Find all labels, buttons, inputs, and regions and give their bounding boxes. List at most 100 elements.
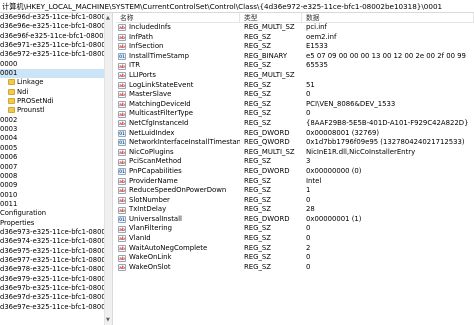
tree-item[interactable]: 0006 xyxy=(0,153,112,162)
value-row[interactable]: ab VlanFiltering REG_SZ 0 xyxy=(116,224,474,234)
value-row[interactable]: ab WaitAutoNegComplete REG_SZ 2 xyxy=(116,244,474,254)
folder-icon xyxy=(8,107,15,114)
value-row[interactable]: ab LogLinkStateEvent REG_SZ 51 xyxy=(116,81,474,91)
value-row[interactable]: ab PciScanMethod REG_SZ 3 xyxy=(116,157,474,167)
value-name-cell: ab MulticastFilterType xyxy=(116,109,240,119)
value-row[interactable]: ab MulticastFilterType REG_SZ 0 xyxy=(116,109,474,119)
tree-item[interactable]: 0009 xyxy=(0,181,112,190)
tree-item-label: d36e977-e325-11ce-bfc1-08002be xyxy=(0,255,112,264)
value-name-cell: ab MatchingDeviceId xyxy=(116,100,240,110)
value-row[interactable]: ab NicCoPlugins REG_MULTI_SZ NicInE1R.dll,N… xyxy=(116,148,474,158)
value-row[interactable]: ab ProviderName REG_SZ Intel xyxy=(116,177,474,187)
value-data: 0 xyxy=(306,195,311,204)
value-row[interactable]: ab MasterSlave REG_SZ 0 xyxy=(116,90,474,100)
binary-value-icon: 01 xyxy=(118,53,126,61)
value-data: 0x00000000 (0) xyxy=(306,166,362,175)
value-name: ReduceSpeedOnPowerDown xyxy=(129,186,227,195)
tree-scrollbar[interactable]: ▲ ▼ xyxy=(104,13,112,325)
tree-item[interactable]: d36e96d-e325-11ce-bfc1-08002be xyxy=(0,13,112,22)
value-row[interactable]: ab WakeOnLink REG_SZ 0 xyxy=(116,253,474,263)
tree-item[interactable]: 0008 xyxy=(0,172,112,181)
value-row[interactable]: ab IncludedInfs REG_MULTI_SZ pci.inf xyxy=(116,23,474,33)
tree-item[interactable]: d36e97b-e325-11ce-bfc1-08002be xyxy=(0,284,112,293)
column-header-row: 名称 类型 数据 xyxy=(116,13,474,23)
tree-item[interactable]: Linkage xyxy=(0,78,112,87)
value-row[interactable]: ab ITR REG_SZ 65535 xyxy=(116,61,474,71)
value-row[interactable]: ab SlotNumber REG_SZ 0 xyxy=(116,196,474,206)
tree-item[interactable]: Prounstl xyxy=(0,106,112,115)
tree-item[interactable]: d36e974-e325-11ce-bfc1-08002be xyxy=(0,237,112,246)
value-row[interactable]: ab InfPath REG_SZ oem2.inf xyxy=(116,33,474,43)
tree-item[interactable]: d36e977-e325-11ce-bfc1-08002be xyxy=(0,256,112,265)
scroll-up-arrow-icon[interactable]: ▲ xyxy=(106,15,110,21)
tree-item[interactable]: 0000 xyxy=(0,60,112,69)
value-name-cell: ab IncludedInfs xyxy=(116,23,240,33)
tree-item-label: PROSetNdi xyxy=(17,97,54,106)
tree-item-label: d36e96e-e325-11ce-bfc1-08002be xyxy=(0,22,112,31)
tree-item[interactable]: 0005 xyxy=(0,144,112,153)
string-value-icon: ab xyxy=(118,43,126,51)
tree-item[interactable]: 0011 xyxy=(0,200,112,209)
column-header-name[interactable]: 名称 xyxy=(116,13,240,22)
tree-item-label: Configuration xyxy=(0,209,47,218)
value-name-cell: 01 UniversalInstall xyxy=(116,215,240,225)
tree-item[interactable]: d36e971-e325-11ce-bfc1-08002be xyxy=(0,41,112,50)
values-list[interactable]: 名称 类型 数据 ab IncludedInfs REG_MULTI_SZ pci.i… xyxy=(116,13,474,325)
value-type: REG_SZ xyxy=(244,186,272,195)
tree-item[interactable]: 0003 xyxy=(0,125,112,134)
tree-item-label: 0002 xyxy=(0,115,18,124)
value-type: REG_SZ xyxy=(244,243,272,252)
tree-item[interactable]: 0010 xyxy=(0,191,112,200)
tree-item[interactable]: d36e975-e325-11ce-bfc1-08002be xyxy=(0,247,112,256)
tree-item[interactable]: Configuration xyxy=(0,209,112,218)
value-name: WakeOnSlot xyxy=(129,262,171,271)
value-row[interactable]: 01 InstallTimeStamp REG_BINARY e5 07 09 00 … xyxy=(116,52,474,62)
tree-item[interactable]: Ndi xyxy=(0,88,112,97)
folder-icon xyxy=(8,98,15,105)
value-row[interactable]: 01 UniversalInstall REG_DWORD 0x00000001 (1… xyxy=(116,215,474,225)
tree-item[interactable]: 0007 xyxy=(0,163,112,172)
value-row[interactable]: 01 PnPCapabilities REG_DWORD 0x00000000 (0) xyxy=(116,167,474,177)
value-row[interactable]: ab LLIPorts REG_MULTI_SZ xyxy=(116,71,474,81)
value-row[interactable]: ab VlanId REG_SZ 0 xyxy=(116,234,474,244)
value-row[interactable]: 01 NetLuidIndex REG_DWORD 0x00008001 (32769… xyxy=(116,129,474,139)
scroll-down-arrow-icon[interactable]: ▼ xyxy=(106,317,110,323)
value-row[interactable]: ab NetCfgInstanceId REG_SZ {8AAF29B8-5E5B-4… xyxy=(116,119,474,129)
tree-item[interactable]: 0001 xyxy=(0,69,112,79)
tree-item[interactable]: d36e972-e325-11ce-bfc1-08002be xyxy=(0,50,112,59)
tree-item-label: 0003 xyxy=(0,125,18,134)
value-row[interactable]: ab WakeOnSlot REG_SZ 0 xyxy=(116,263,474,273)
tree-item[interactable]: 0004 xyxy=(0,134,112,143)
tree-item[interactable]: Properties xyxy=(0,219,112,228)
tree-item[interactable]: d36e97e-e325-11ce-bfc1-08002be xyxy=(0,303,112,312)
column-header-type[interactable]: 类型 xyxy=(240,13,302,22)
value-row[interactable]: ab ReduceSpeedOnPowerDown REG_SZ 1 xyxy=(116,186,474,196)
value-data: 0 xyxy=(306,224,311,233)
tree-item-label: 0009 xyxy=(0,181,18,190)
string-value-icon: ab xyxy=(118,81,126,89)
binary-value-icon: 01 xyxy=(118,129,126,137)
tree-item[interactable]: d36e97d-e325-11ce-bfc1-08002be xyxy=(0,293,112,302)
column-header-data[interactable]: 数据 xyxy=(302,13,474,22)
address-bar[interactable]: 计算机\HKEY_LOCAL_MACHINE\SYSTEM\CurrentCon… xyxy=(0,0,474,13)
string-value-icon: ab xyxy=(118,33,126,41)
tree-item[interactable]: 0002 xyxy=(0,116,112,125)
tree-item[interactable]: d36e973-e325-11ce-bfc1-08002be xyxy=(0,228,112,237)
tree-item[interactable]: d36e978-e325-11ce-bfc1-08002be xyxy=(0,265,112,274)
value-row[interactable]: ab MatchingDeviceId REG_SZ PCI\VEN_8086&DEV… xyxy=(116,100,474,110)
value-name-cell: ab WakeOnLink xyxy=(116,253,240,263)
value-row[interactable]: ab InfSection REG_SZ E1533 xyxy=(116,42,474,52)
value-name: NetCfgInstanceId xyxy=(129,118,189,127)
tree-item[interactable]: PROSetNdi xyxy=(0,97,112,106)
value-row[interactable]: ab TxIntDelay REG_SZ 28 xyxy=(116,205,474,215)
tree-item[interactable]: d36e96f-e325-11ce-bfc1-08002be xyxy=(0,32,112,41)
value-type: REG_SZ xyxy=(244,157,272,166)
tree-item[interactable]: d36e979-e325-11ce-bfc1-08002be xyxy=(0,275,112,284)
tree-item-label: d36e972-e325-11ce-bfc1-08002be xyxy=(0,50,112,59)
tree-item[interactable]: d36e96e-e325-11ce-bfc1-08002be xyxy=(0,22,112,31)
value-data: 0 xyxy=(306,90,311,99)
value-name: InfSection xyxy=(129,42,164,51)
value-row[interactable]: 01 NetworkInterfaceInstallTimestamp REG_QW… xyxy=(116,138,474,148)
registry-key-tree[interactable]: d36e96d-e325-11ce-bfc1-08002be d36e96e-e3… xyxy=(0,13,112,325)
value-name: LogLinkStateEvent xyxy=(129,80,194,89)
